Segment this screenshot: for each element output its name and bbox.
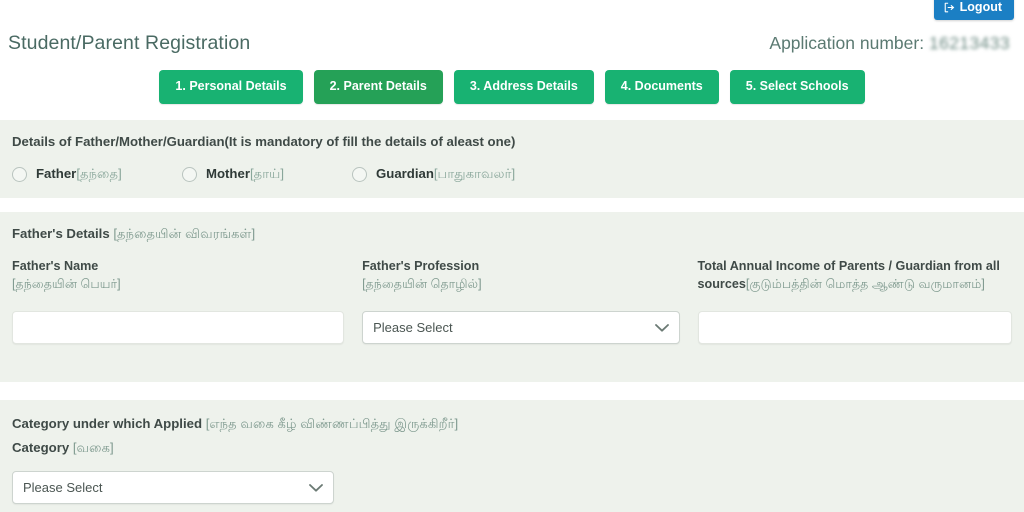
sign-out-icon [944, 2, 955, 13]
radio-option-mother[interactable]: Mother[தாய்] [182, 166, 352, 183]
category-label-ta: [வகை] [72, 440, 114, 455]
radio-option-guardian[interactable]: Guardian[பாதுகாவலர்] [352, 166, 515, 183]
category-section-heading: Category under which Applied [எந்த வகை க… [12, 400, 1012, 433]
application-number-label: Application number: [769, 32, 925, 53]
input-total-annual-income[interactable] [697, 311, 1012, 344]
guardian-selection-panel: Details of Father/Mother/Guardian(It is … [0, 120, 1024, 198]
category-label: Category [வகை] [12, 440, 1012, 457]
category-select-wrapper: Please Select [12, 471, 334, 504]
label-fathers-name-ta: [தந்தையின் பெயர்] [12, 277, 121, 292]
step-tab-address-details[interactable]: 3. Address Details [453, 70, 594, 104]
page-header: Student/Parent Registration Application … [0, 26, 1024, 60]
label-fathers-profession-ta: [தந்தையின் தொழில்] [362, 277, 482, 292]
category-label-en: Category [12, 440, 73, 455]
chevron-down-icon [309, 483, 323, 492]
label-fathers-name: Father's Name [தந்தையின் பெயர்] [12, 257, 344, 311]
label-fathers-profession: Father's Profession [தந்தையின் தொழில்] [362, 257, 679, 311]
step-tabs: 1. Personal Details 2. Parent Details 3.… [0, 70, 1024, 104]
select-fathers-profession-value: Please Select [373, 320, 453, 335]
field-fathers-profession: Father's Profession [தந்தையின் தொழில்] P… [362, 257, 680, 344]
radio-option-father[interactable]: Father[தந்தை] [12, 166, 182, 183]
label-total-annual-income: Total Annual Income of Parents / Guardia… [698, 257, 1012, 311]
guardian-section-heading: Details of Father/Mother/Guardian(It is … [12, 134, 516, 149]
label-fathers-name-en: Father's Name [12, 259, 99, 273]
step-tab-select-schools[interactable]: 5. Select Schools [729, 70, 865, 104]
father-fields-row: Father's Name [தந்தையின் பெயர்] Father's… [12, 257, 1012, 344]
radio-label-guardian: Guardian[பாதுகாவலர்] [376, 166, 515, 183]
radio-label-father-ta: [தந்தை] [76, 166, 122, 181]
radio-label-father-en: Father [36, 166, 77, 181]
select-category-value: Please Select [23, 480, 103, 495]
category-section-heading-en: Category under which Applied [12, 416, 206, 431]
father-details-panel: Father's Details [தந்தையின் விவரங்கள்] F… [0, 212, 1024, 382]
radio-label-father: Father[தந்தை] [36, 166, 122, 183]
guardian-radio-group: Father[தந்தை] Mother[தாய்] Guardian[பாது… [12, 166, 1012, 183]
label-fathers-profession-en: Father's Profession [362, 259, 480, 273]
radio-circle-icon [352, 167, 367, 182]
radio-circle-icon [182, 167, 197, 182]
input-fathers-name[interactable] [12, 311, 345, 344]
radio-label-guardian-ta: [பாதுகாவலர்] [433, 166, 516, 181]
step-tab-parent-details[interactable]: 2. Parent Details [313, 70, 443, 104]
father-section-heading-ta: [தந்தையின் விவரங்கள்] [113, 226, 256, 241]
step-tab-documents[interactable]: 4. Documents [604, 70, 719, 104]
page-title: Student/Parent Registration [8, 31, 251, 54]
category-section-heading-ta: [எந்த வகை கீழ் விண்ணப்பித்து இருக்கிறீர்… [205, 416, 459, 431]
radio-label-mother: Mother[தாய்] [206, 166, 284, 183]
radio-label-mother-en: Mother [206, 166, 250, 181]
logout-button[interactable]: Logout [933, 0, 1014, 20]
radio-label-guardian-en: Guardian [376, 166, 434, 181]
chevron-down-icon [654, 323, 669, 332]
father-section-heading-en: Father's Details [12, 226, 114, 241]
select-category[interactable]: Please Select [12, 471, 334, 504]
registration-page: Logout Student/Parent Registration Appli… [0, 0, 1024, 512]
select-fathers-profession[interactable]: Please Select [362, 311, 680, 344]
step-tab-personal-details[interactable]: 1. Personal Details [159, 70, 303, 104]
field-fathers-name: Father's Name [தந்தையின் பெயர்] [12, 257, 345, 344]
radio-circle-icon [12, 167, 27, 182]
label-total-annual-income-ta: [குடும்பத்தின் மொத்த ஆண்டு வருமானம்] [745, 277, 985, 292]
application-number-value: 16213433 [928, 32, 1010, 53]
field-total-annual-income: Total Annual Income of Parents / Guardia… [697, 257, 1012, 344]
father-section-heading: Father's Details [தந்தையின் விவரங்கள்] [12, 212, 1012, 243]
radio-label-mother-ta: [தாய்] [249, 166, 285, 181]
category-panel: Category under which Applied [எந்த வகை க… [0, 400, 1024, 512]
application-number: Application number: 16213433 [769, 33, 1010, 54]
logout-label: Logout [959, 0, 1002, 14]
